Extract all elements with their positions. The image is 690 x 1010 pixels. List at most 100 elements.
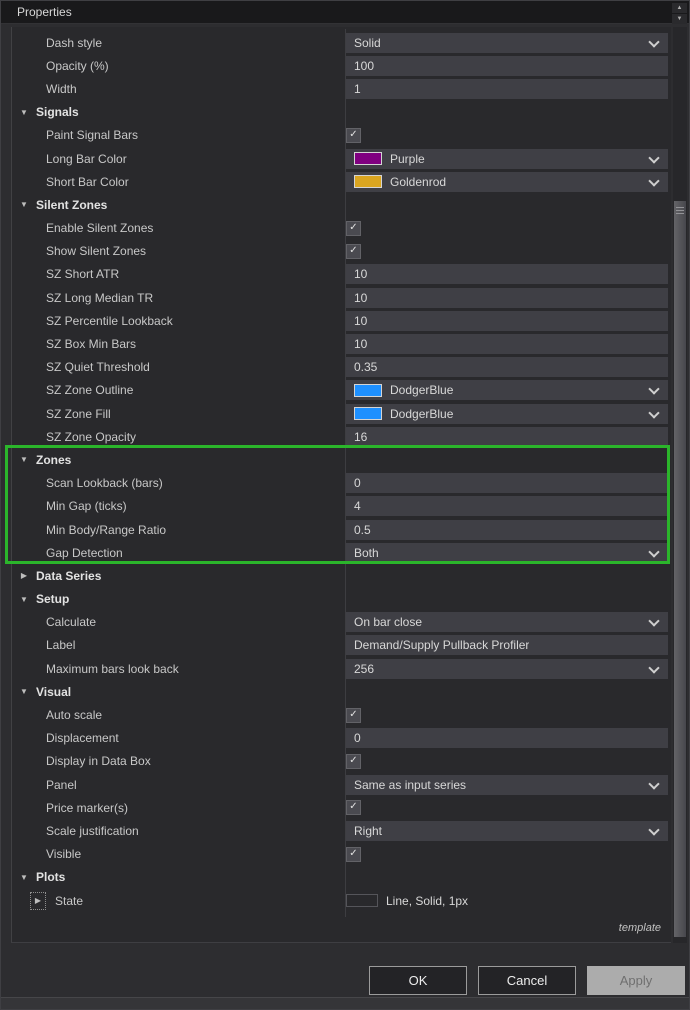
checkbox-visible[interactable]: ✓ — [346, 847, 361, 862]
plot-label: State — [12, 894, 83, 908]
dropdown-value: DodgerBlue — [390, 383, 453, 397]
dropdown-value: DodgerBlue — [390, 407, 453, 421]
property-row-width: Width 1 — [12, 77, 671, 100]
expander-down-icon[interactable]: ▼ — [17, 866, 31, 889]
expander-down-icon[interactable]: ▼ — [17, 588, 31, 611]
property-label: Dash style — [12, 36, 102, 50]
input-min-body-range-ratio[interactable]: 0.5 — [346, 520, 668, 540]
expander-right-icon[interactable]: ▶ — [17, 564, 31, 587]
input-value: 0.5 — [354, 523, 371, 537]
property-row-enable-silent-zones: Enable Silent Zones ✓ — [12, 217, 671, 240]
property-label: Gap Detection — [12, 546, 123, 560]
dropdown-value: Same as input series — [354, 778, 466, 792]
scroll-down-icon[interactable]: ▼ — [672, 14, 687, 24]
property-label: Enable Silent Zones — [12, 221, 153, 235]
expander-down-icon[interactable]: ▼ — [17, 193, 31, 216]
input-displacement[interactable]: 0 — [346, 728, 668, 748]
input-sz-zone-opacity[interactable]: 16 — [346, 427, 668, 447]
property-row-sz-long-median-tr: SZ Long Median TR 10 — [12, 286, 671, 309]
property-row-sz-box-min-bars: SZ Box Min Bars 10 — [12, 332, 671, 355]
template-link[interactable]: template — [619, 922, 661, 934]
expander-down-icon[interactable]: ▼ — [17, 680, 31, 703]
property-label: Panel — [12, 778, 77, 792]
color-dropdown-short-bar-color[interactable]: Goldenrod — [346, 172, 668, 192]
input-sz-box-min-bars[interactable]: 10 — [346, 334, 668, 354]
plot-style-value: Line, Solid, 1px — [386, 894, 468, 908]
input-opacity[interactable]: 100 — [346, 56, 668, 76]
input-value: 16 — [354, 430, 367, 444]
property-row-gap-detection: Gap Detection Both — [12, 541, 671, 564]
color-swatch — [354, 407, 382, 420]
checkbox-show-silent-zones[interactable]: ✓ — [346, 244, 361, 259]
checkbox-display-in-data-box[interactable]: ✓ — [346, 754, 361, 769]
dropdown-calculate[interactable]: On bar close — [346, 612, 668, 632]
input-scan-lookback-bars[interactable]: 0 — [346, 473, 668, 493]
scrollbar-thumb[interactable] — [674, 201, 686, 937]
property-label: SZ Box Min Bars — [12, 337, 136, 351]
input-label[interactable]: Demand/Supply Pullback Profiler — [346, 635, 668, 655]
dropdown-scale-justification[interactable]: Right — [346, 821, 668, 841]
input-sz-long-median-tr[interactable]: 10 — [346, 288, 668, 308]
property-label: SZ Zone Opacity — [12, 430, 136, 444]
input-value: 10 — [354, 291, 367, 305]
cancel-button[interactable]: Cancel — [478, 966, 576, 995]
property-label: Opacity (%) — [12, 59, 109, 73]
color-dropdown-long-bar-color[interactable]: Purple — [346, 149, 668, 169]
property-label: Calculate — [12, 615, 96, 629]
property-label: SZ Zone Fill — [12, 407, 111, 421]
input-width[interactable]: 1 — [346, 79, 668, 99]
scroll-up-icon[interactable]: ▲ — [672, 3, 687, 13]
dropdown-value: Both — [354, 546, 379, 560]
checkbox-paint-signal-bars[interactable]: ✓ — [346, 128, 361, 143]
chevron-down-icon — [648, 616, 659, 627]
property-label: Min Body/Range Ratio — [12, 523, 166, 537]
section-row-zones[interactable]: ▼ Zones — [12, 448, 671, 471]
input-value: 4 — [354, 499, 361, 513]
property-label: Show Silent Zones — [12, 244, 146, 258]
section-row-signals[interactable]: ▼ Signals — [12, 101, 671, 124]
checkbox-auto-scale[interactable]: ✓ — [346, 708, 361, 723]
property-label: Scale justification — [12, 824, 139, 838]
dropdown-maximum-bars-look-back[interactable]: 256 — [346, 659, 668, 679]
section-row-plots[interactable]: ▼ Plots — [12, 866, 671, 889]
expander-down-icon[interactable]: ▼ — [17, 448, 31, 471]
property-label: SZ Quiet Threshold — [12, 360, 150, 374]
color-swatch — [354, 175, 382, 188]
chevron-down-icon — [648, 407, 659, 418]
property-label: Scan Lookback (bars) — [12, 476, 163, 490]
property-row-visible: Visible ✓ — [12, 843, 671, 866]
expander-right-icon[interactable]: ▶ — [31, 893, 45, 909]
color-dropdown-sz-zone-outline[interactable]: DodgerBlue — [346, 380, 668, 400]
property-label: Displacement — [12, 731, 119, 745]
color-dropdown-sz-zone-fill[interactable]: DodgerBlue — [346, 404, 668, 424]
chevron-down-icon — [648, 662, 659, 673]
property-label: Long Bar Color — [12, 152, 127, 166]
input-sz-short-atr[interactable]: 10 — [346, 264, 668, 284]
property-label: Display in Data Box — [12, 754, 151, 768]
section-row-setup[interactable]: ▼ Setup — [12, 588, 671, 611]
property-label: SZ Percentile Lookback — [12, 314, 173, 328]
property-label: Maximum bars look back — [12, 662, 179, 676]
plot-style-swatch — [346, 894, 378, 907]
dropdown-gap-detection[interactable]: Both — [346, 543, 668, 563]
property-row-sz-percentile-lookback: SZ Percentile Lookback 10 — [12, 309, 671, 332]
checkbox-price-marker-s[interactable]: ✓ — [346, 800, 361, 815]
property-row-displacement: Displacement 0 — [12, 727, 671, 750]
scrollbar[interactable] — [673, 27, 687, 943]
dropdown-dash-style[interactable]: Solid — [346, 33, 668, 53]
expander-down-icon[interactable]: ▼ — [17, 101, 31, 124]
section-row-silent-zones[interactable]: ▼ Silent Zones — [12, 193, 671, 216]
input-value: 10 — [354, 267, 367, 281]
input-sz-quiet-threshold[interactable]: 0.35 — [346, 357, 668, 377]
property-label: Visible — [12, 847, 81, 861]
input-value: 1 — [354, 82, 361, 96]
ok-button[interactable]: OK — [369, 966, 467, 995]
input-min-gap-ticks[interactable]: 4 — [346, 496, 668, 516]
checkbox-enable-silent-zones[interactable]: ✓ — [346, 221, 361, 236]
dropdown-panel[interactable]: Same as input series — [346, 775, 668, 795]
input-sz-percentile-lookback[interactable]: 10 — [346, 311, 668, 331]
property-row-show-silent-zones: Show Silent Zones ✓ — [12, 240, 671, 263]
section-row-data-series[interactable]: ▶ Data Series — [12, 564, 671, 587]
scrollbar-grip-icon — [676, 207, 684, 216]
section-row-visual[interactable]: ▼ Visual — [12, 680, 671, 703]
